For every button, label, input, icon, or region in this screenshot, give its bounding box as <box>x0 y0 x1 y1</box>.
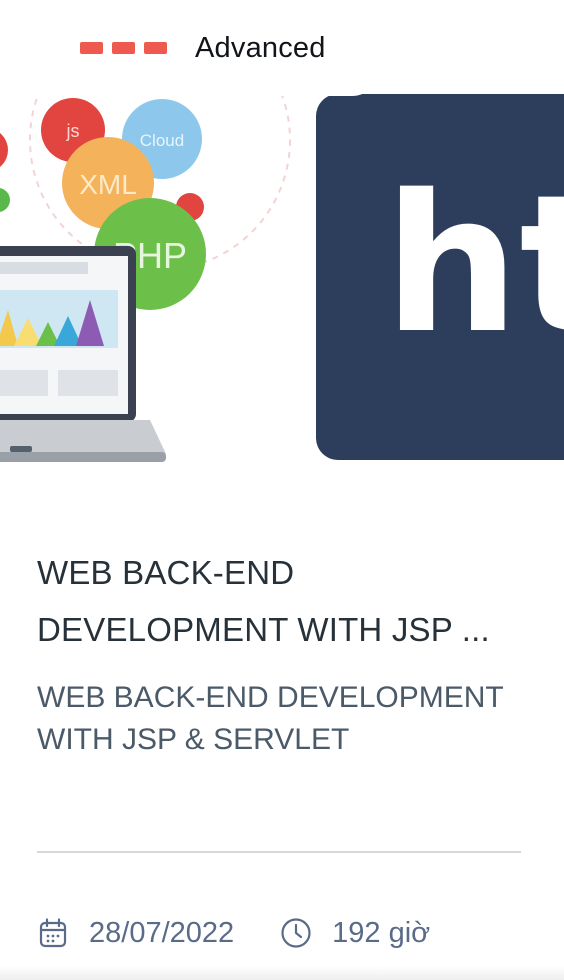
bubble-cloud-label: Cloud <box>140 131 184 150</box>
laptop-base-edge <box>0 452 166 462</box>
course-card[interactable]: js Cloud XML PHP ht <box>0 0 564 980</box>
level-bar <box>144 42 167 54</box>
level-bar <box>80 42 103 54</box>
level-label: Advanced <box>195 31 326 64</box>
level-bars-icon <box>80 42 167 54</box>
divider <box>37 851 521 853</box>
bubble-red-left <box>0 133 8 167</box>
duration-meta: 192 giờ <box>280 917 430 950</box>
course-subtitle: WEB BACK-END DEVELOPMENT WITH JSP & SERV… <box>37 681 504 756</box>
course-thumbnail[interactable]: js Cloud XML PHP ht <box>0 0 564 478</box>
bubble-js-label: js <box>66 121 80 141</box>
date-meta: 28/07/2022 <box>37 917 234 950</box>
laptop-trackpad <box>10 446 32 452</box>
level-bar <box>112 42 135 54</box>
course-duration: 192 giờ <box>332 916 431 949</box>
clock-icon <box>281 918 311 948</box>
screen-header-bar <box>0 262 88 274</box>
card-bottom-edge <box>0 966 564 980</box>
bubble-green-small <box>0 188 10 212</box>
course-meta: 28/07/2022 192 giờ <box>37 910 430 956</box>
screen-block-2 <box>58 370 118 396</box>
screen-block-1 <box>0 370 48 396</box>
course-date: 28/07/2022 <box>89 916 235 949</box>
calendar-icon <box>39 918 67 948</box>
level-badge: Advanced <box>0 0 380 96</box>
logo-text: ht <box>384 154 564 375</box>
bubble-xml-label: XML <box>79 169 137 200</box>
course-title[interactable]: WEB BACK-END DEVELOPMENT WITH JSP ... <box>37 544 527 658</box>
